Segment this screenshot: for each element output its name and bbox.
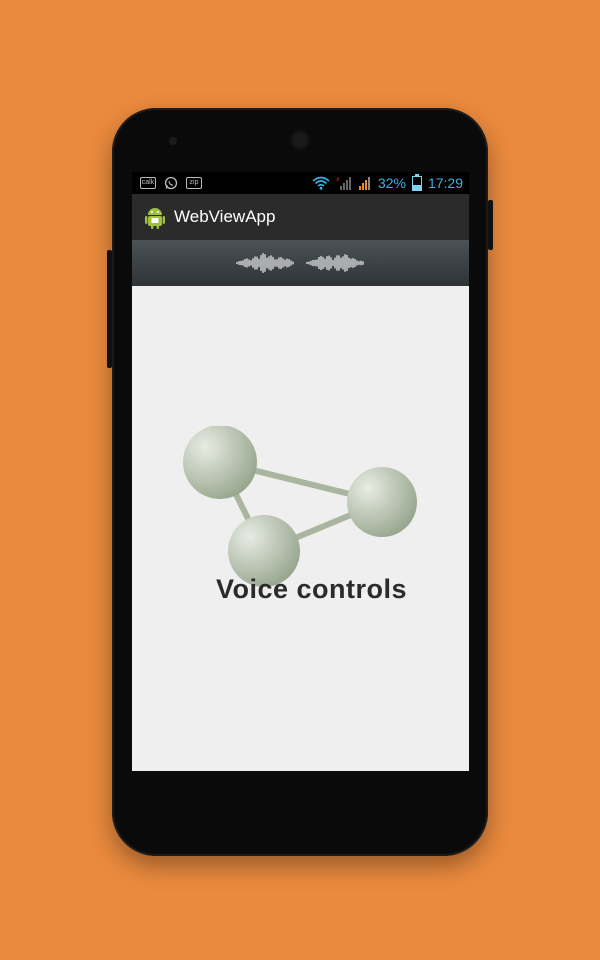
share-network-icon: [183, 426, 417, 587]
system-icons: x 32% 17:29: [312, 173, 463, 191]
action-bar: WebViewApp: [132, 194, 469, 240]
voice-controls-caption: Voice controls: [216, 574, 408, 604]
signal-icon-sim2: [358, 177, 370, 190]
signal-icon-sim1: x: [336, 176, 351, 190]
voice-waveform-bar[interactable]: [132, 240, 469, 287]
volume-button: [107, 250, 112, 368]
svg-text:x: x: [336, 176, 340, 183]
web-view[interactable]: Voice controls: [132, 286, 469, 771]
status-bar: calk zip x 32% 17:29: [132, 172, 469, 194]
clock: 17:29: [427, 175, 463, 191]
wifi-icon: [312, 176, 330, 190]
zip-icon: zip: [186, 177, 202, 189]
calendar-icon: calk: [140, 177, 156, 189]
app-title: WebViewApp: [174, 207, 276, 226]
android-robot-icon[interactable]: [144, 205, 166, 229]
network-node: [183, 426, 257, 499]
network-node: [347, 467, 417, 537]
notification-area: calk zip: [140, 176, 202, 190]
sensor: [169, 137, 177, 145]
battery-icon: [411, 173, 422, 191]
battery-percent: 32%: [377, 175, 406, 191]
waveform-icon: [235, 253, 364, 273]
power-button: [488, 200, 493, 250]
earpiece: [290, 130, 310, 150]
whatsapp-icon: [164, 176, 178, 190]
